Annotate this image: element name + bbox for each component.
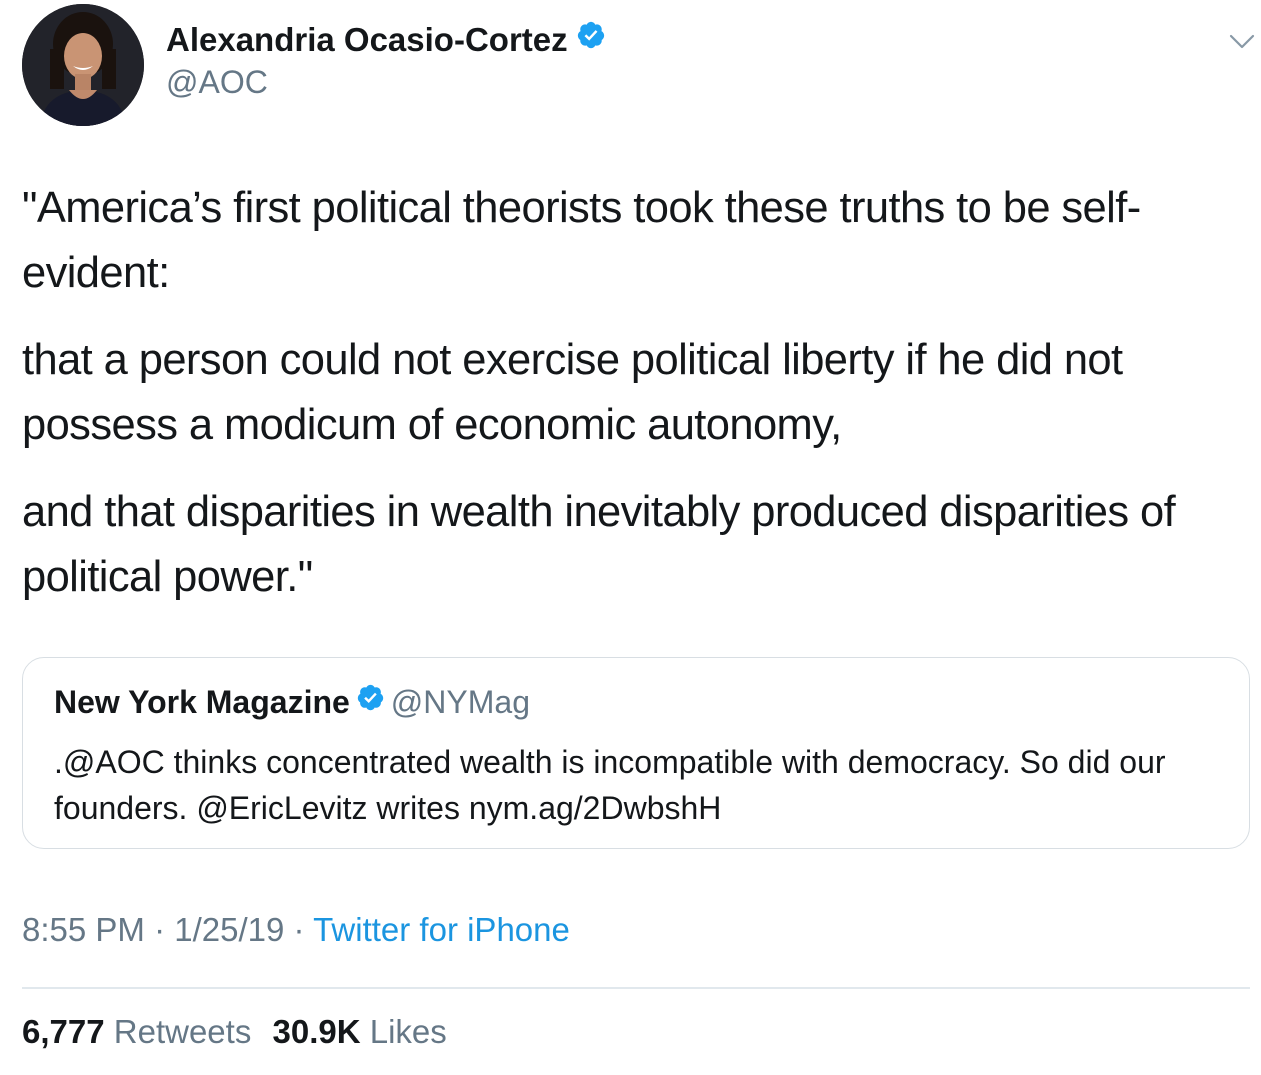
avatar[interactable] (22, 4, 144, 126)
quoted-author-name[interactable]: New York Magazine (54, 684, 350, 720)
chevron-down-icon[interactable] (1228, 32, 1256, 52)
tweet-paragraph: "America’s first political theorists too… (22, 184, 1141, 297)
meta-separator: · (144, 911, 175, 948)
tweet-text: "America’s first political theorists too… (22, 176, 1247, 632)
tweet-paragraph: and that disparities in wealth inevitabl… (22, 488, 1176, 601)
tweet-meta: 8:55 PM · 1/25/19 · Twitter for iPhone (22, 908, 570, 952)
tweet-stats: 6,777 Retweets 30.9K Likes (22, 1010, 459, 1054)
quoted-tweet-card[interactable]: New York Magazine @NYMag .@AOC thinks co… (22, 657, 1250, 849)
retweets-label: Retweets (113, 1013, 252, 1050)
quoted-author-handle[interactable]: @NYMag (391, 684, 530, 720)
author-handle[interactable]: @AOC (166, 62, 268, 102)
tweet-paragraph: that a person could not exercise politic… (22, 336, 1123, 449)
author-name[interactable]: Alexandria Ocasio-Cortez (166, 20, 606, 62)
likes-stat[interactable]: 30.9K Likes (273, 1013, 447, 1050)
tweet-date: 1/25/19 (174, 911, 285, 948)
tweet-time: 8:55 PM (22, 911, 145, 948)
quoted-tweet-header: New York Magazine @NYMag (54, 682, 530, 731)
divider (22, 987, 1250, 989)
retweets-stat[interactable]: 6,777 Retweets (22, 1013, 251, 1050)
meta-separator: · (284, 911, 314, 948)
verified-badge-icon (356, 683, 385, 728)
verified-badge-icon (576, 19, 606, 59)
tweet-source-link[interactable]: Twitter for iPhone (313, 911, 570, 948)
likes-label: Likes (369, 1013, 447, 1050)
quoted-tweet-text: .@AOC thinks concentrated wealth is inco… (54, 744, 1166, 826)
likes-count: 30.9K (272, 1013, 361, 1050)
author-name-text[interactable]: Alexandria Ocasio-Cortez (166, 21, 568, 58)
retweets-count: 6,777 (22, 1013, 105, 1050)
